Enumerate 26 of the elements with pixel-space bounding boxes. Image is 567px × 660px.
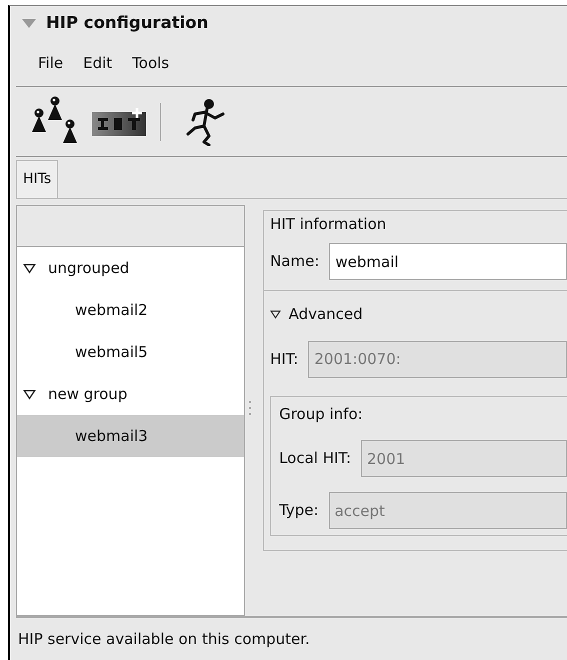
group-title: Group info:: [279, 404, 364, 424]
section-label[interactable]: Advanced: [288, 303, 363, 326]
running-figure-icon[interactable]: [185, 98, 225, 146]
tree-item[interactable]: webmail2: [75, 298, 148, 322]
field-label: Type:: [279, 500, 319, 522]
splitter-handle-icon[interactable]: [249, 400, 252, 416]
tree-item[interactable]: webmail3: [75, 424, 148, 448]
field-label: Name:: [270, 251, 320, 272]
new-hit-icon[interactable]: [92, 108, 146, 136]
group-title: HIT information: [270, 214, 388, 235]
field-label: Local HIT:: [279, 448, 351, 470]
expanded-arrow-icon[interactable]: [23, 262, 36, 274]
window-title: HIP configuration: [46, 12, 208, 34]
expanded-arrow-icon[interactable]: [270, 308, 282, 320]
status-text: HIP service available on this computer.: [18, 628, 310, 650]
tree-item[interactable]: webmail5: [75, 340, 148, 364]
tree-item[interactable]: new group: [48, 382, 128, 406]
selected-tree-row[interactable]: webmail3: [17, 415, 244, 457]
tree-item[interactable]: ungrouped: [48, 256, 130, 280]
menu-item[interactable]: Edit: [75, 50, 120, 77]
menu-item[interactable]: File: [30, 50, 72, 77]
menu-item[interactable]: Tools: [124, 50, 178, 77]
tab[interactable]: HITs: [16, 160, 58, 198]
expanded-arrow-icon[interactable]: [23, 388, 36, 400]
field-label: HIT:: [270, 348, 298, 370]
name-field[interactable]: webmail: [329, 243, 567, 280]
